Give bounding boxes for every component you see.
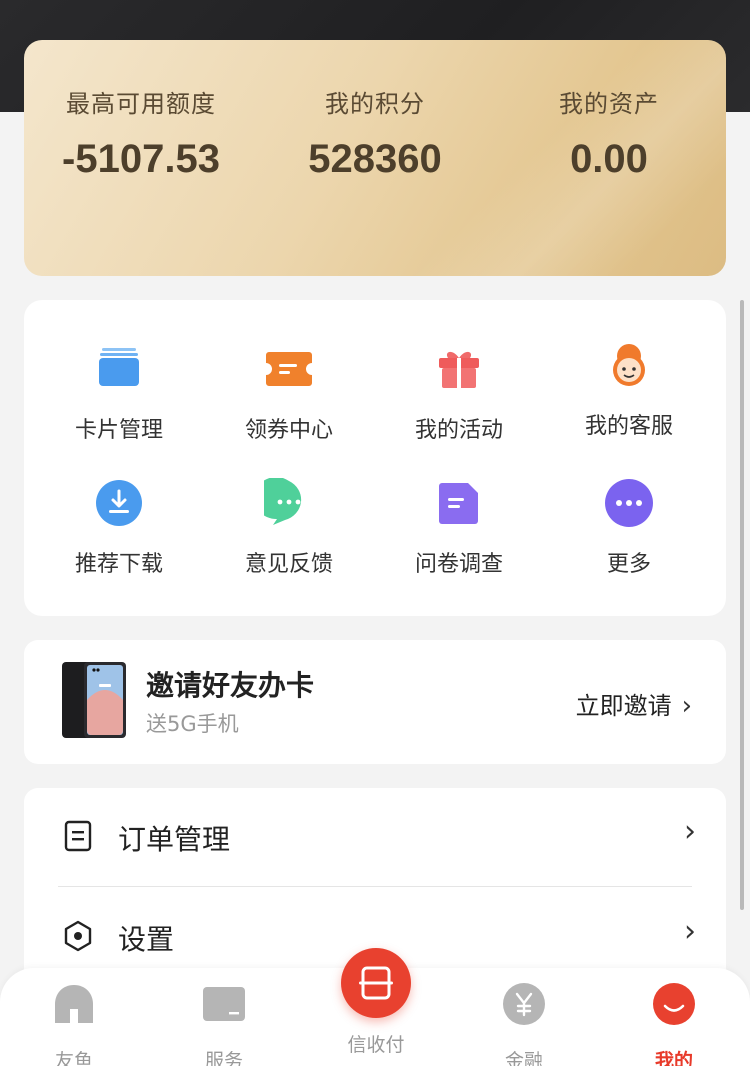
tab-finance[interactable]: 金融	[464, 982, 584, 1066]
settings-icon	[64, 920, 92, 952]
service-item-customer-service[interactable]: 我的客服	[544, 340, 714, 440]
stat-label: 最高可用额度	[66, 90, 216, 118]
order-icon	[64, 820, 92, 852]
scan-icon	[359, 966, 393, 1000]
me-icon	[653, 983, 695, 1025]
stat-value: 0.00	[570, 137, 648, 181]
service-label: 领券中心	[244, 418, 333, 443]
service-label: 推荐下载	[74, 552, 163, 577]
service-item-recommend-download[interactable]: 推荐下载	[34, 478, 204, 578]
service-label: 意见反馈	[244, 552, 333, 577]
service-item-my-activities[interactable]: 我的活动	[374, 344, 544, 444]
service-item-feedback[interactable]: 意见反馈	[204, 477, 374, 578]
stat-value: -5107.53	[62, 137, 220, 181]
profile-page: 最高可用额度 -5107.53 我的积分 528360 我的资产 0.00 卡片…	[0, 0, 750, 1066]
service-item-coupon-center[interactable]: 领券中心	[204, 344, 374, 444]
service-label: 我的客服	[584, 414, 673, 439]
service-item-survey[interactable]: 问卷调查	[374, 478, 544, 578]
chevron-right-icon: ›	[684, 914, 696, 949]
tab-label: 友鱼	[54, 1050, 93, 1066]
account-summary-card: 最高可用额度 -5107.53 我的积分 528360 我的资产 0.00	[24, 40, 726, 276]
service-item-card-management[interactable]: 卡片管理	[34, 344, 204, 444]
home-icon	[55, 985, 93, 1023]
tab-label: 我的	[654, 1050, 693, 1066]
download-icon	[96, 480, 142, 526]
customer-service-icon	[613, 344, 645, 386]
invite-cta-label: 立即邀请	[575, 692, 672, 720]
phone-image	[62, 662, 126, 738]
menu-item-order-management[interactable]: 订单管理 ›	[24, 788, 726, 887]
stat-label: 我的资产	[559, 90, 659, 118]
service-item-more[interactable]: 更多	[544, 478, 714, 578]
invite-now-button[interactable]: 立即邀请 ›	[576, 686, 692, 721]
survey-icon	[439, 483, 478, 524]
chevron-right-icon: ›	[684, 814, 696, 849]
scrollbar[interactable]	[740, 300, 744, 910]
gift-icon	[439, 351, 479, 388]
service-label: 我的活动	[414, 418, 503, 443]
scan-pay-button[interactable]	[341, 948, 411, 1018]
tab-label: 服务	[204, 1050, 243, 1066]
invite-friends-banner[interactable]: 邀请好友办卡 送5G手机 立即邀请 ›	[24, 640, 726, 764]
service-label: 卡片管理	[74, 418, 163, 443]
yuan-icon	[503, 983, 545, 1025]
chevron-right-icon: ›	[681, 691, 692, 721]
service-icon	[203, 987, 245, 1021]
service-label: 更多	[606, 552, 651, 577]
invite-title: 邀请好友办卡	[146, 669, 315, 702]
tab-me[interactable]: 我的	[614, 982, 734, 1066]
stat-value: 528360	[308, 137, 442, 181]
coupon-icon	[266, 352, 312, 386]
stat-label: 我的积分	[325, 90, 425, 118]
menu-label: 设置	[118, 923, 175, 956]
tab-label-scan-pay[interactable]: 信收付	[326, 1030, 426, 1057]
more-icon	[605, 479, 653, 527]
stat-credit-limit[interactable]: 最高可用额度 -5107.53	[24, 84, 258, 182]
tab-service[interactable]: 服务	[164, 982, 284, 1066]
invite-subtitle: 送5G手机	[146, 712, 239, 736]
service-grid: 卡片管理 领券中心 我的活动 我的客服 推荐下载 意见反馈 问卷调查 更多	[24, 300, 726, 616]
service-label: 问卷调查	[414, 552, 503, 577]
tab-label: 金融	[504, 1050, 543, 1066]
tab-home[interactable]: 友鱼	[14, 982, 134, 1066]
stat-points[interactable]: 我的积分 528360	[258, 84, 492, 182]
divider	[58, 886, 692, 887]
card-icon	[99, 348, 139, 386]
stat-assets[interactable]: 我的资产 0.00	[492, 84, 726, 182]
feedback-icon	[254, 477, 302, 525]
menu-label: 订单管理	[118, 823, 231, 856]
